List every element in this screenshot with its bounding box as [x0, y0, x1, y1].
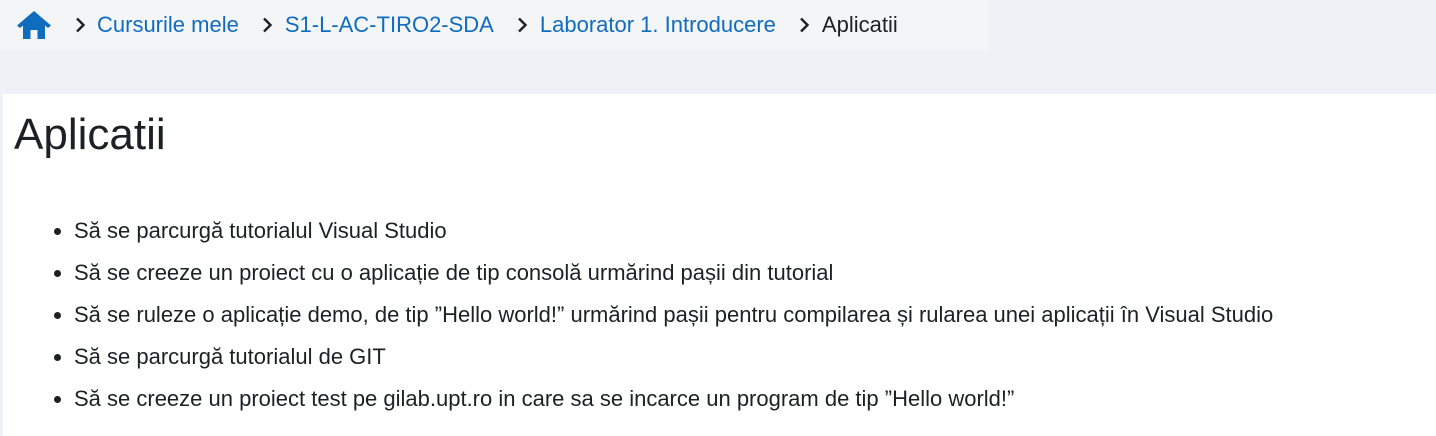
chevron-right-icon: [261, 17, 275, 33]
breadcrumb: Cursurile mele S1-L-AC-TIRO2-SDA Laborat…: [0, 0, 988, 50]
list-item-text: Să se parcurgă tutorialul de GIT: [74, 344, 386, 369]
home-icon: [17, 11, 51, 39]
bullet-icon: [54, 312, 61, 319]
list-item-text: Să se parcurgă tutorialul Visual Studio: [74, 218, 447, 243]
chevron-right-icon: [516, 17, 530, 33]
list-item-text: Să se creeze un proiect test pe gilab.up…: [74, 386, 1015, 411]
list-item: Să se creeze un proiect test pe gilab.up…: [54, 378, 1273, 420]
home-link[interactable]: [15, 5, 53, 45]
chevron-right-icon: [73, 17, 87, 33]
list-item-text: Să se creeze un proiect cu o aplicație d…: [74, 260, 834, 285]
breadcrumb-item-cursurile-mele[interactable]: Cursurile mele: [97, 12, 239, 38]
bullet-icon: [54, 270, 61, 277]
list-item: Să se parcurgă tutorialul de GIT: [54, 336, 1273, 378]
page: Cursurile mele S1-L-AC-TIRO2-SDA Laborat…: [0, 0, 1436, 436]
page-title: Aplicatii: [14, 110, 166, 159]
bullet-icon: [54, 396, 61, 403]
list-item: Să se creeze un proiect cu o aplicație d…: [54, 252, 1273, 294]
bullet-icon: [54, 228, 61, 235]
list-item: Să se parcurgă tutorialul Visual Studio: [54, 210, 1273, 252]
breadcrumb-item-course[interactable]: S1-L-AC-TIRO2-SDA: [285, 12, 494, 38]
breadcrumb-current: Aplicatii: [821, 12, 898, 37]
task-list: Să se parcurgă tutorialul Visual Studio …: [3, 210, 1273, 420]
chevron-right-icon: [798, 17, 812, 33]
main-content: Aplicatii Să se parcurgă tutorialul Visu…: [3, 94, 1436, 436]
bullet-icon: [54, 354, 61, 361]
list-item-text: Să se ruleze o aplicație demo, de tip ”H…: [74, 302, 1274, 327]
breadcrumb-item-laborator[interactable]: Laborator 1. Introducere: [540, 12, 776, 38]
list-item: Să se ruleze o aplicație demo, de tip ”H…: [54, 294, 1274, 336]
